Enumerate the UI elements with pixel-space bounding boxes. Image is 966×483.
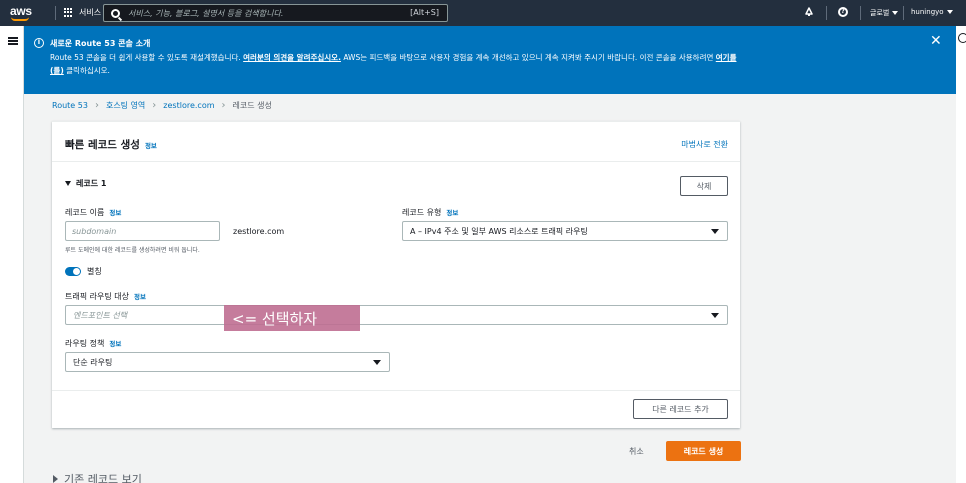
info-link[interactable]: 정보: [145, 142, 157, 150]
flash-message: Route 53 콘솔을 더 쉽게 사용할 수 있도록 재설계했습니다. 여러분…: [50, 51, 920, 77]
create-records-button[interactable]: 레코드 생성: [666, 441, 741, 461]
search-input[interactable]: [128, 8, 378, 18]
aws-smile-icon: [11, 17, 29, 21]
chevron-right-icon: ›: [221, 100, 226, 111]
select-value: A – IPv4 주소 및 일부 AWS 리소스로 트래픽 라우팅: [410, 226, 588, 236]
close-icon[interactable]: ✕: [930, 33, 942, 49]
record-type-select[interactable]: A – IPv4 주소 및 일부 AWS 리소스로 트래픽 라우팅: [402, 221, 728, 241]
breadcrumb-route53[interactable]: Route 53: [52, 101, 88, 110]
grid-icon: [64, 7, 74, 18]
region-selector[interactable]: 글로벌: [870, 8, 899, 18]
breadcrumb-hosted-zones[interactable]: 호스팅 영역: [106, 100, 145, 111]
annotation-overlay: <= 선택하자: [224, 305, 360, 331]
add-record-button[interactable]: 다른 레코드 추가: [633, 399, 728, 419]
quick-create-panel: 빠른 레코드 생성정보 마법사로 전환 레코드 1 삭제 레코드 이름정보 ze…: [52, 121, 740, 428]
panel-title: 빠른 레코드 생성 정보: [65, 137, 157, 152]
info-link[interactable]: 정보: [109, 209, 121, 217]
label-text: 트래픽 라우팅 대상: [65, 292, 129, 301]
caret-down-icon: [946, 10, 953, 14]
record-header-label: 레코드 1: [76, 179, 107, 188]
info-link[interactable]: 정보: [109, 340, 121, 348]
user-menu[interactable]: huningyo: [911, 8, 953, 16]
search-shortcut: [Alt+S]: [410, 8, 439, 17]
flash-text: Route 53 콘솔을 더 쉽게 사용할 수 있도록 재설계했습니다.: [50, 53, 244, 62]
side-navigation-rail: [0, 26, 24, 483]
aws-logo[interactable]: aws: [10, 4, 32, 18]
delete-button[interactable]: 삭제: [680, 176, 728, 196]
record-type-label: 레코드 유형 정보: [402, 207, 458, 218]
nav-divider: [860, 6, 861, 20]
search-box[interactable]: [Alt+S]: [103, 4, 448, 22]
select-value: 단순 라우팅: [73, 357, 113, 367]
record-name-hint: 루트 도메인에 대한 레코드를 생성하려면 비워 둡니다.: [65, 247, 200, 254]
right-rail: [956, 26, 966, 483]
existing-records-label: 기존 레코드 보기: [64, 473, 142, 483]
region-label: 글로벌: [870, 9, 890, 17]
panel-title-text: 빠른 레코드 생성: [65, 139, 140, 151]
chevron-right-icon: ›: [94, 100, 99, 111]
caret-down-icon: [711, 313, 719, 318]
breadcrumb: Route 53 › 호스팅 영역 › zestlore.com › 레코드 생…: [52, 100, 272, 111]
routing-target-label: 트래픽 라우팅 대상 정보: [65, 291, 146, 302]
flash-text: AWS는 피드백을 바탕으로 사용자 경험을 계속 개선하고 있으니 계속 지켜…: [340, 53, 716, 62]
services-menu-button[interactable]: 서비스: [64, 7, 101, 18]
info-link[interactable]: 정보: [446, 209, 458, 217]
routing-target-select[interactable]: 엔드포인트 선택: [65, 305, 728, 325]
old-console-link[interactable]: 여기를: [716, 53, 737, 62]
routing-policy-label: 라우팅 정책 정보: [65, 338, 121, 349]
user-name: huningyo: [911, 8, 944, 16]
label-text: 레코드 이름: [65, 208, 105, 217]
select-placeholder: 엔드포인트 선택: [73, 310, 128, 320]
caret-down-icon: [65, 181, 71, 186]
breadcrumb-current: 레코드 생성: [232, 101, 272, 110]
hamburger-menu-icon[interactable]: [8, 37, 18, 45]
label-text: 레코드 유형: [402, 208, 442, 217]
record-section-toggle[interactable]: 레코드 1: [65, 178, 106, 189]
nav-divider: [903, 6, 904, 20]
chevron-right-icon: ›: [152, 100, 157, 111]
caret-down-icon: [711, 229, 719, 234]
info-link[interactable]: 정보: [134, 293, 146, 301]
domain-suffix: zestlore.com: [233, 227, 285, 236]
alias-toggle[interactable]: 별칭: [65, 266, 102, 277]
caret-down-icon: [892, 11, 899, 15]
help-icon[interactable]: ?: [838, 7, 848, 17]
info-flash-banner: i 새로운 Route 53 콘솔 소개 Route 53 콘솔을 더 쉽게 사…: [24, 26, 956, 94]
record-name-input[interactable]: [65, 221, 220, 241]
caret-right-icon: [53, 475, 58, 483]
breadcrumb-zone[interactable]: zestlore.com: [163, 101, 214, 110]
info-icon: i: [34, 38, 44, 48]
routing-policy-select[interactable]: 단순 라우팅: [65, 352, 390, 372]
flash-text: 클릭하십시오.: [63, 66, 110, 75]
nav-divider: [55, 6, 56, 20]
flash-title: 새로운 Route 53 콘솔 소개: [50, 39, 151, 48]
info-panel-icon[interactable]: [958, 33, 966, 43]
record-name-label: 레코드 이름 정보: [65, 207, 121, 218]
old-console-link-suffix[interactable]: (를): [50, 66, 64, 75]
label-text: 라우팅 정책: [65, 339, 105, 348]
feedback-link[interactable]: 여러분의 의견을 알려주십시오.: [243, 53, 341, 62]
caret-down-icon: [373, 360, 381, 365]
alias-label: 별칭: [87, 267, 102, 276]
divider: [52, 390, 740, 391]
switch-to-wizard-link[interactable]: 마법사로 전환: [681, 139, 728, 150]
cancel-button[interactable]: 취소: [629, 446, 644, 457]
divider: [52, 161, 740, 162]
top-navigation: aws 서비스 [Alt+S] ? 글로벌 huningyo: [0, 0, 966, 26]
services-label: 서비스: [79, 8, 102, 17]
bell-icon[interactable]: [804, 7, 814, 17]
view-existing-records-toggle[interactable]: 기존 레코드 보기: [53, 471, 142, 483]
nav-divider: [826, 6, 827, 20]
search-icon: [111, 8, 120, 18]
toggle-switch-icon[interactable]: [65, 267, 81, 276]
